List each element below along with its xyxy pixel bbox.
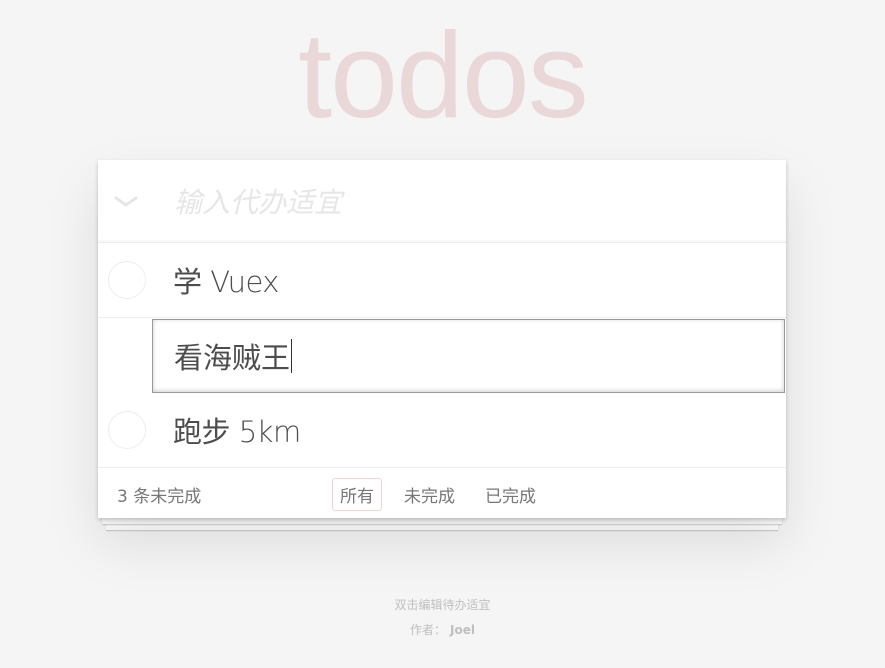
todo-item-editing[interactable]: 看海贼王 bbox=[98, 318, 786, 393]
filter-completed[interactable]: 已完成 bbox=[477, 478, 544, 511]
text-caret bbox=[291, 339, 293, 373]
filters: 所有 未完成 已完成 bbox=[332, 478, 544, 511]
app-title: todos bbox=[298, 7, 588, 143]
todo-count: 3 条未完成 bbox=[117, 487, 202, 507]
edit-hint: 双击编辑待办适宜 bbox=[394, 598, 491, 612]
todo-edit-text: 看海贼王 bbox=[174, 341, 291, 375]
new-todo-input[interactable] bbox=[158, 178, 758, 226]
todo-item[interactable]: 跑步 5km bbox=[98, 393, 786, 468]
author-label: 作者： bbox=[410, 623, 447, 637]
filter-all[interactable]: 所有 bbox=[332, 478, 382, 511]
todo-list: 学 Vuex 看海贼王 跑步 5km bbox=[98, 243, 786, 468]
todo-app: 学 Vuex 看海贼王 跑步 5km 3 条未完成 所有 未完成 已完成 bbox=[98, 160, 786, 518]
footer: 3 条未完成 所有 未完成 已完成 bbox=[98, 468, 786, 518]
filter-active[interactable]: 未完成 bbox=[396, 478, 463, 511]
todo-toggle-checkbox[interactable] bbox=[108, 411, 146, 449]
todo-edit-input[interactable]: 看海贼王 bbox=[152, 319, 785, 393]
author-name[interactable]: Joel bbox=[450, 623, 475, 637]
todo-label[interactable]: 跑步 5km bbox=[158, 393, 301, 467]
todo-label[interactable]: 学 Vuex bbox=[158, 243, 279, 317]
author-info: 作者： Joel bbox=[0, 621, 885, 638]
todo-toggle-checkbox[interactable] bbox=[108, 261, 146, 299]
todo-item[interactable]: 学 Vuex bbox=[98, 243, 786, 318]
toggle-all-button[interactable] bbox=[112, 190, 140, 214]
chevron-down-icon bbox=[114, 196, 138, 207]
header bbox=[98, 160, 786, 243]
